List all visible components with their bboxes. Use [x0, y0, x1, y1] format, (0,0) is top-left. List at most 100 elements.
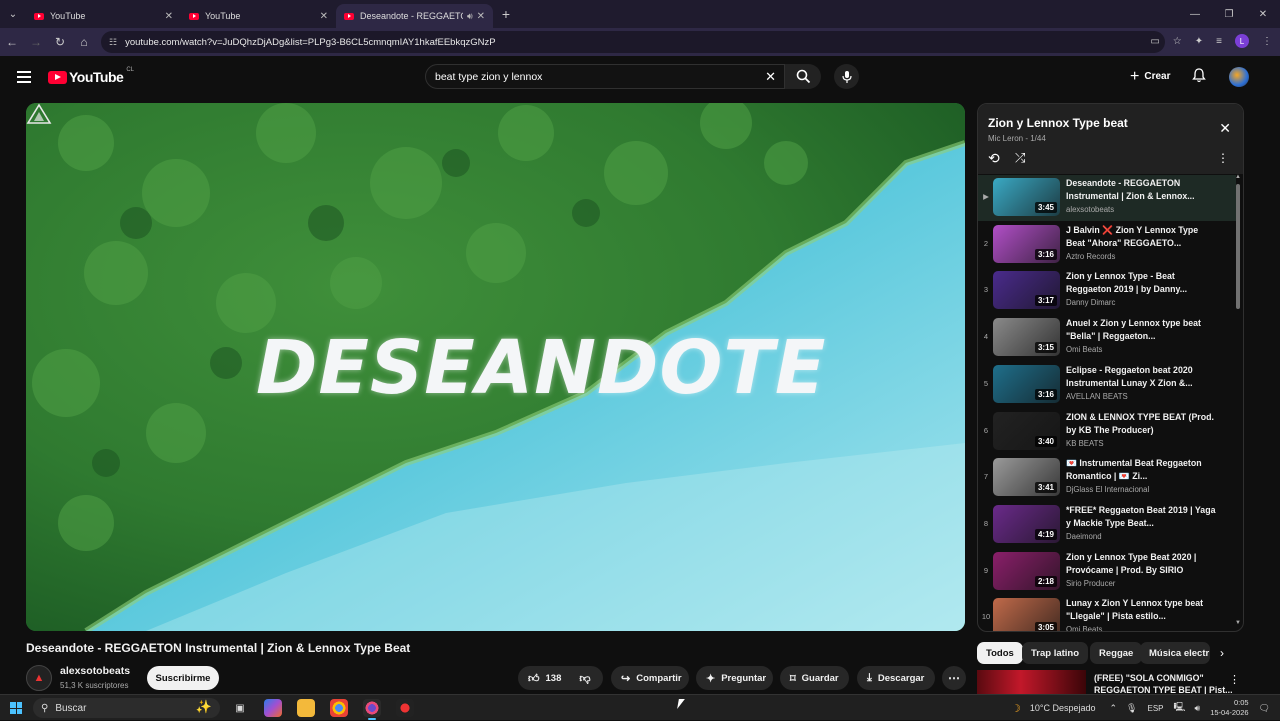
- scroll-down-icon[interactable]: ▼: [1235, 620, 1241, 626]
- search-button[interactable]: [785, 64, 821, 89]
- playlist-item[interactable]: 3 3:17 Zion y Lennox Type - Beat Reggaeton…: [978, 268, 1236, 314]
- bookmark-star-icon[interactable]: ☆: [1173, 36, 1182, 47]
- chevron-up-icon[interactable]: ⌃: [1110, 703, 1118, 714]
- playlist-item[interactable]: 6 3:40 ZION & LENNOX TYPE BEAT (Prod. by K…: [978, 409, 1236, 455]
- video-thumbnail[interactable]: 3:16: [993, 364, 1060, 403]
- microphone-icon[interactable]: 🎙︎: [1126, 703, 1137, 714]
- chevron-right-icon[interactable]: ›: [1220, 646, 1224, 660]
- video-thumbnail[interactable]: 3:15: [993, 318, 1060, 357]
- video-thumbnail[interactable]: 3:41: [993, 458, 1060, 497]
- subscribe-button[interactable]: Suscribirme: [147, 666, 219, 690]
- video-thumbnail[interactable]: 3:17: [993, 271, 1060, 310]
- download-button[interactable]: ⤓ Descargar: [857, 666, 935, 690]
- file-explorer-icon[interactable]: [297, 699, 315, 717]
- notification-center-icon[interactable]: 🗨︎: [1259, 703, 1270, 714]
- share-button[interactable]: ↪ Compartir: [611, 666, 689, 690]
- video-thumbnail[interactable]: 2:18: [993, 551, 1060, 590]
- close-tab-icon[interactable]: ✕: [477, 11, 485, 22]
- playlist-item[interactable]: 7 3:41 💌 Instrumental Beat Reggaeton Roman…: [978, 455, 1236, 501]
- loop-icon[interactable]: ⟲: [988, 150, 1000, 167]
- back-icon[interactable]: ←: [0, 28, 24, 56]
- close-tab-icon[interactable]: ✕: [165, 11, 173, 22]
- weather-widget[interactable]: ☽ 10°C Despejado: [1011, 702, 1096, 715]
- like-count[interactable]: 138: [546, 673, 562, 684]
- copilot-icon[interactable]: [264, 699, 282, 717]
- network-icon[interactable]: 🖳︎: [1174, 700, 1186, 716]
- video-thumbnail[interactable]: 3:45: [993, 178, 1060, 216]
- playlist-item-title[interactable]: Eclipse - Reggaeton beat 2020 Instrument…: [1066, 364, 1216, 390]
- windows-start-icon[interactable]: [10, 702, 22, 714]
- menu-icon[interactable]: [17, 71, 31, 86]
- ask-button[interactable]: ✦ Preguntar: [696, 666, 773, 690]
- minimize-icon[interactable]: —: [1178, 0, 1212, 28]
- notifications-bell-icon[interactable]: [1192, 68, 1206, 86]
- video-thumbnail[interactable]: 3:05: [993, 598, 1060, 631]
- restore-icon[interactable]: ❐: [1212, 0, 1246, 28]
- account-avatar[interactable]: [1229, 67, 1249, 87]
- clock[interactable]: 0:05 15-04-2026: [1210, 698, 1248, 718]
- filter-chip[interactable]: Reggae: [1090, 642, 1143, 664]
- site-info-icon[interactable]: ☷: [109, 37, 117, 48]
- more-actions-button[interactable]: ⋯: [942, 666, 966, 690]
- more-options-icon[interactable]: ⋮: [1229, 673, 1240, 686]
- browser-menu-icon[interactable]: ⋮: [1262, 36, 1272, 47]
- speaker-icon[interactable]: 🔊︎: [467, 11, 473, 22]
- shuffle-icon[interactable]: ⤮: [1015, 150, 1025, 166]
- language-indicator[interactable]: ESP: [1147, 704, 1163, 713]
- playlist-item[interactable]: 10 3:05 Lunay x Zion Y Lennox type beat "L…: [978, 595, 1236, 631]
- playlist-menu-icon[interactable]: ⋮: [1217, 151, 1229, 165]
- recommended-video-title[interactable]: (FREE) "SOLA CONMIGO" REGGAETON TYPE BEA…: [1094, 672, 1234, 696]
- playlist-item-title[interactable]: 💌 Instrumental Beat Reggaeton Romantico …: [1066, 457, 1216, 483]
- voice-search-button[interactable]: [834, 64, 859, 89]
- close-window-icon[interactable]: ✕: [1246, 0, 1280, 28]
- channel-avatar[interactable]: ▲: [26, 665, 52, 691]
- taskbar-search[interactable]: ⚲ Buscar ✨: [33, 698, 220, 718]
- playlist-item-title[interactable]: *FREE* Reggaeton Beat 2019 | Yaga y Mack…: [1066, 504, 1216, 530]
- playlist-item-title[interactable]: Zion y Lennox Type Beat 2020 | Provócame…: [1066, 551, 1216, 577]
- chrome-icon[interactable]: [330, 699, 348, 717]
- like-icon[interactable]: 👍︎: [528, 672, 540, 685]
- playlist-scrollbar[interactable]: ▲ ▼: [1235, 174, 1241, 626]
- playlist-item[interactable]: 2 3:16 J Balvin ❌ Zion Y Lennox Type Beat …: [978, 222, 1236, 268]
- close-tab-icon[interactable]: ✕: [320, 11, 328, 22]
- create-button[interactable]: + Crear: [1124, 64, 1176, 89]
- youtube-logo[interactable]: YouTube CL: [48, 67, 134, 85]
- playlist-item[interactable]: 8 4:19 *FREE* Reggaeton Beat 2019 | Yaga y…: [978, 502, 1236, 548]
- reload-icon[interactable]: ↻: [48, 28, 72, 56]
- playlist-item[interactable]: 9 2:18 Zion y Lennox Type Beat 2020 | Prov…: [978, 549, 1236, 595]
- browser-app-icon[interactable]: [363, 699, 381, 720]
- forward-icon[interactable]: →: [24, 28, 48, 56]
- volume-icon[interactable]: 🔊︎: [1195, 703, 1201, 714]
- playlist-item-title[interactable]: J Balvin ❌ Zion Y Lennox Type Beat "Ahor…: [1066, 224, 1216, 250]
- recorder-app-icon[interactable]: [396, 699, 414, 717]
- close-playlist-icon[interactable]: ✕: [1219, 120, 1231, 137]
- browser-tab-2[interactable]: YouTube ✕: [181, 4, 336, 28]
- scroll-up-icon[interactable]: ▲: [1235, 174, 1241, 180]
- video-thumbnail[interactable]: 4:19: [993, 504, 1060, 543]
- dislike-icon[interactable]: 👎︎: [579, 672, 590, 685]
- clear-search-icon[interactable]: ✕: [765, 69, 776, 85]
- save-button[interactable]: ⌑ Guardar: [780, 666, 849, 690]
- filter-chip[interactable]: Todos: [977, 642, 1023, 664]
- playlist-item-title[interactable]: Anuel x Zion y Lennox type beat "Bella" …: [1066, 317, 1216, 343]
- profile-avatar[interactable]: L: [1235, 34, 1249, 48]
- scrollbar-thumb[interactable]: [1236, 184, 1240, 309]
- tab-search-icon[interactable]: ⌄: [0, 0, 26, 28]
- playlist-title[interactable]: Zion y Lennox Type beat: [988, 116, 1128, 130]
- channel-name[interactable]: alexsotobeats: [60, 665, 130, 677]
- media-controls-icon[interactable]: ≡: [1216, 36, 1222, 47]
- playlist-item[interactable]: 5 3:16 Eclipse - Reggaeton beat 2020 Instr…: [978, 362, 1236, 408]
- playlist-item[interactable]: ▶ 3:45 Deseandote - REGGAETON Instrumental…: [978, 175, 1236, 221]
- task-view-icon[interactable]: ▣: [231, 699, 249, 717]
- filter-chip[interactable]: Música electr: [1140, 642, 1210, 664]
- filter-chip[interactable]: Trap latino: [1022, 642, 1089, 664]
- video-thumbnail[interactable]: 3:16: [993, 224, 1060, 263]
- address-bar[interactable]: ☷ youtube.com/watch?v=JuDQhzDjADg&list=P…: [101, 31, 1165, 53]
- search-input[interactable]: beat type zion y lennox ✕: [425, 64, 785, 89]
- cast-icon[interactable]: ▭: [1150, 36, 1159, 47]
- playlist-item-title[interactable]: Deseandote - REGGAETON Instrumental | Zi…: [1066, 177, 1216, 203]
- playlist-item-title[interactable]: ZION & LENNOX TYPE BEAT (Prod. by KB The…: [1066, 411, 1216, 437]
- browser-tab-1[interactable]: YouTube ✕: [26, 4, 181, 28]
- playlist-item-title[interactable]: Lunay x Zion Y Lennox type beat "Llegale…: [1066, 597, 1216, 623]
- playlist-item[interactable]: 4 3:15 Anuel x Zion y Lennox type beat "Be…: [978, 315, 1236, 361]
